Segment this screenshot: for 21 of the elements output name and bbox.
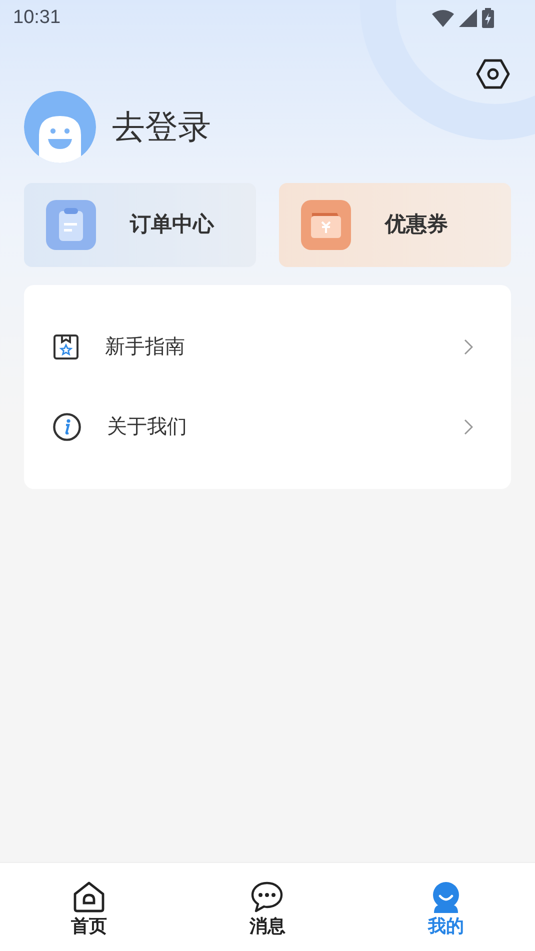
shortcut-card[interactable]: 优惠券 [279,183,511,267]
wifi-icon [432,9,454,27]
status-time: 10:31 [13,6,61,30]
signal-icon [459,9,477,27]
battery-icon [482,8,494,28]
settings-icon[interactable] [476,59,510,89]
nav-tab[interactable]: 首页 [0,863,178,951]
chevron-right-icon [464,419,473,435]
shortcut-card[interactable]: 订单中心 [24,183,256,267]
info-icon [53,413,81,441]
menu-item[interactable]: 新手指南 [24,307,511,387]
nav-tab[interactable]: 我的 [356,863,535,951]
clipboard-icon [46,200,96,250]
home-icon [73,881,106,913]
chevron-right-icon [464,339,473,355]
menu-item[interactable]: 关于我们 [24,387,511,467]
avatar [24,91,96,163]
login-link[interactable]: 去登录 [112,102,211,152]
nav-tab[interactable]: 消息 [178,863,357,951]
ticket-icon [301,200,351,250]
chat-bubble-icon [251,881,284,913]
